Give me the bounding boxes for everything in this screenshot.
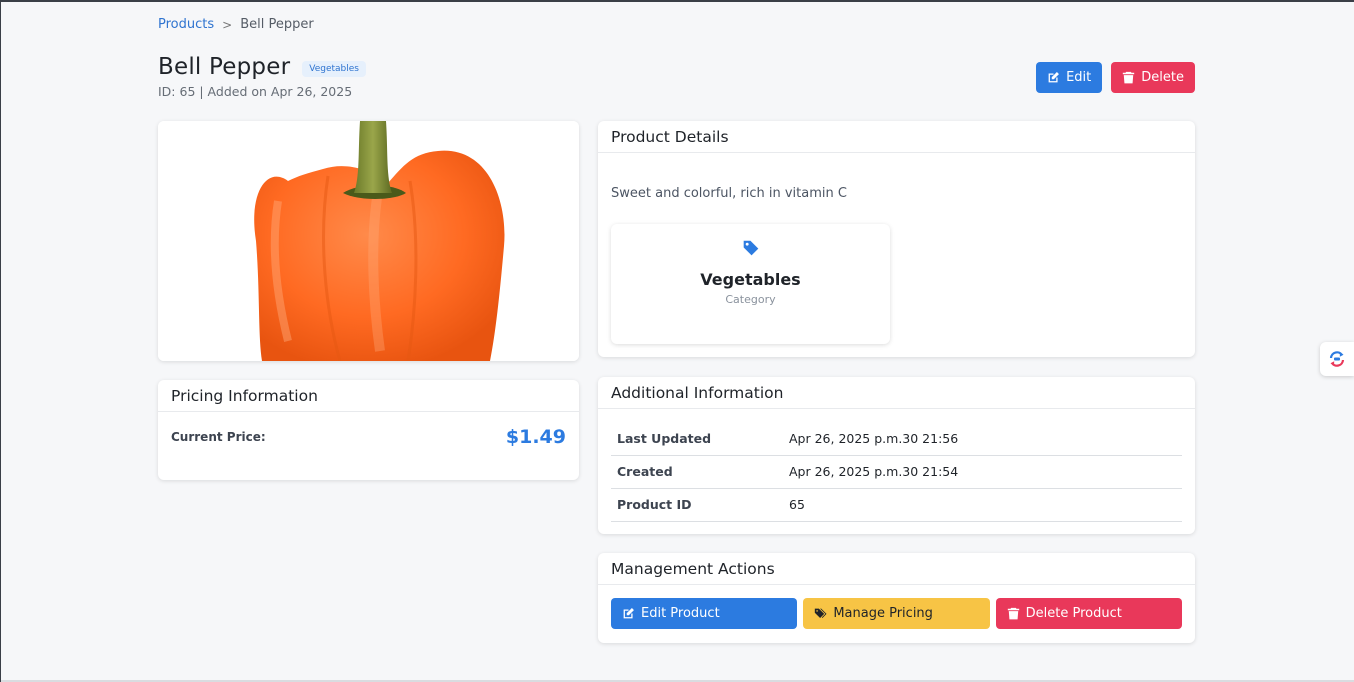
page-title: Bell Pepper (158, 54, 291, 80)
delete-product-button[interactable]: Delete Product (995, 598, 1182, 629)
product-id-label: Product ID (611, 488, 783, 522)
manage-pricing-button[interactable]: Manage Pricing (803, 598, 990, 629)
edit-button-label: Edit (1066, 70, 1092, 85)
tags-icon (815, 608, 827, 618)
edit-icon (1048, 72, 1060, 83)
current-price-value: $1.49 (505, 426, 566, 448)
delete-button[interactable]: Delete (1111, 62, 1195, 93)
floating-sync-widget[interactable] (1320, 342, 1354, 376)
last-updated-label: Last Updated (611, 422, 783, 456)
page-header: Bell Pepper Vegetables ID: 65 | Added on… (158, 54, 1195, 104)
category-caption: Category (725, 293, 776, 306)
table-row: Last Updated Apr 26, 2025 p.m.30 21:56 (611, 422, 1182, 456)
tag-icon (742, 239, 760, 261)
category-badge: Vegetables (302, 60, 366, 77)
trash-icon (1123, 71, 1135, 84)
table-row: Product ID 65 (611, 488, 1182, 522)
edit-button[interactable]: Edit (1036, 62, 1103, 93)
product-details-card: Product Details Sweet and colorful, rich… (598, 121, 1195, 357)
category-box: Vegetables Category (611, 224, 890, 344)
category-name: Vegetables (700, 270, 801, 289)
trash-icon (1007, 607, 1019, 620)
breadcrumb-products-link[interactable]: Products (158, 17, 214, 32)
product-image-card (158, 121, 579, 361)
delete-button-label: Delete (1141, 70, 1184, 85)
sync-icon (1329, 351, 1345, 367)
additional-info-card: Additional Information Last Updated Apr … (598, 377, 1195, 534)
pricing-title: Pricing Information (158, 380, 579, 412)
current-price-row: Current Price: $1.49 (158, 412, 579, 462)
breadcrumb-separator: > (222, 17, 233, 32)
pricing-card: Pricing Information Current Price: $1.49 (158, 380, 579, 480)
header-actions: Edit Delete (1036, 62, 1195, 93)
management-actions: Edit Product Manage Pricing Delete Produ… (598, 585, 1195, 629)
last-updated-value: Apr 26, 2025 p.m.30 21:56 (783, 422, 1182, 456)
delete-product-label: Delete Product (1025, 606, 1122, 621)
edit-product-button[interactable]: Edit Product (611, 598, 798, 629)
current-price-label: Current Price: (171, 430, 266, 444)
management-actions-card: Management Actions Edit Product Manage P… (598, 553, 1195, 643)
product-image (158, 121, 579, 361)
additional-info-title: Additional Information (598, 377, 1195, 409)
breadcrumb: Products > Bell Pepper (158, 17, 314, 32)
created-value: Apr 26, 2025 p.m.30 21:54 (783, 455, 1182, 489)
management-actions-title: Management Actions (598, 553, 1195, 585)
product-id-value: 65 (783, 488, 1182, 522)
manage-pricing-label: Manage Pricing (833, 606, 933, 621)
edit-product-label: Edit Product (641, 606, 720, 621)
product-details-title: Product Details (598, 121, 1195, 153)
edit-icon (623, 608, 634, 619)
info-table: Last Updated Apr 26, 2025 p.m.30 21:56 C… (611, 422, 1182, 522)
product-description: Sweet and colorful, rich in vitamin C (611, 186, 847, 201)
breadcrumb-current: Bell Pepper (240, 17, 314, 32)
created-label: Created (611, 455, 783, 489)
table-row: Created Apr 26, 2025 p.m.30 21:54 (611, 455, 1182, 489)
